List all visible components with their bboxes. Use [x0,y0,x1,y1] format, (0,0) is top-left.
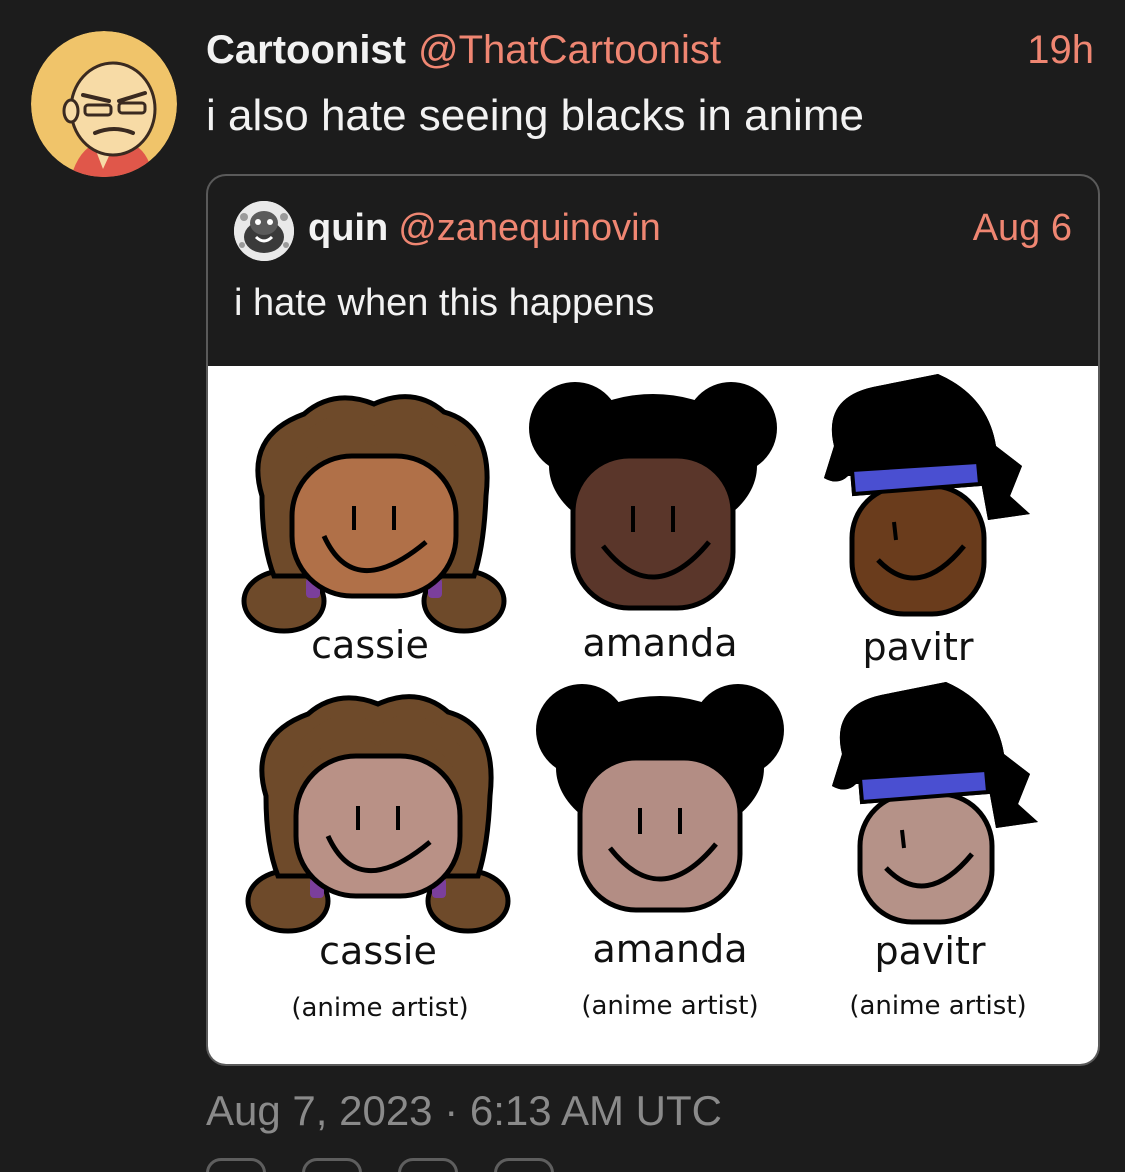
label-cassie: cassie [311,623,429,667]
stats-row-partial [206,1158,726,1172]
stat-icon[interactable] [494,1158,554,1172]
label-pavitr-anime: pavitr [875,929,986,973]
quote-header: quin @zanequinovin Aug 6 [308,206,1072,250]
post-header: Cartoonist @ThatCartoonist 19h [206,26,1094,74]
post-timestamp[interactable]: Aug 7, 2023 · 6:13 AM UTC [206,1086,722,1136]
post-view: Cartoonist @ThatCartoonist 19h i also hat… [0,0,1125,1172]
quoted-post[interactable]: quin @zanequinovin Aug 6 i hate when this… [206,174,1100,1066]
sublabel-pavitr: (anime artist) [849,991,1026,1021]
stat-icon[interactable] [302,1158,362,1172]
label-pavitr: pavitr [863,625,974,669]
post-text: i also hate seeing blacks in anime [206,91,864,140]
label-amanda: amanda [582,621,737,665]
label-amanda-anime: amanda [592,927,747,971]
author-name[interactable]: Cartoonist [206,28,406,72]
author-avatar[interactable] [31,31,177,177]
pavitr-anime-face [830,680,1040,925]
cassie-anime-face [248,697,508,931]
sublabel-amanda: (anime artist) [581,991,758,1021]
sublabel-cassie: (anime artist) [291,993,468,1023]
label-cassie-anime: cassie [319,929,437,973]
cassie-face [244,397,504,631]
quote-author-handle[interactable]: @zanequinovin [398,207,661,249]
quote-time[interactable]: Aug 6 [973,206,1072,250]
quote-text: i hate when this happens [234,282,655,324]
character-comparison-illustration: cassie amanda pavitr cassie amanda pavit… [208,372,1040,1023]
quote-author-avatar[interactable] [234,201,294,261]
mascot-avatar-icon [234,201,294,261]
stat-icon[interactable] [398,1158,458,1172]
grumpy-face-avatar-icon [31,31,177,177]
pavitr-face [822,372,1032,617]
stat-icon[interactable] [206,1158,266,1172]
amanda-anime-face [536,684,784,913]
quote-media-image[interactable]: cassie amanda pavitr cassie amanda pavit… [208,366,1098,1064]
quote-author-name[interactable]: quin [308,207,388,249]
author-handle[interactable]: @ThatCartoonist [418,28,721,72]
post-time[interactable]: 19h [1027,26,1094,74]
amanda-face [529,382,777,611]
